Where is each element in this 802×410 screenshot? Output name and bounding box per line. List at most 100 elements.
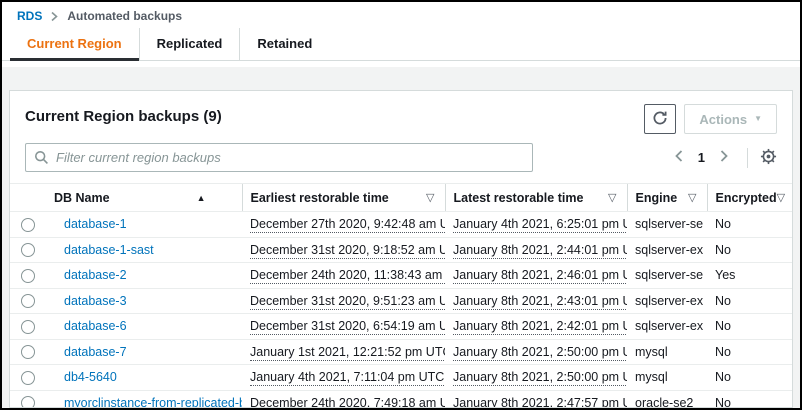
engine-cell: oracle-se2	[627, 390, 707, 408]
earliest-restorable-cell: December 31st 2020, 9:18:52 am UTC	[242, 237, 445, 263]
table-row: database-1 December 27th 2020, 9:42:48 a…	[10, 212, 793, 238]
backups-table-container: DB Name ▲ Earliest restorable time ▽	[10, 183, 792, 408]
latest-restorable-cell: January 8th 2021, 2:50:00 pm UTC	[445, 365, 627, 391]
earliest-restorable-cell: December 27th 2020, 9:42:48 am UTC	[242, 212, 445, 238]
row-radio-button[interactable]	[21, 396, 35, 408]
engine-cell: sqlserver-ex	[627, 237, 707, 263]
filter-row: 1	[25, 143, 777, 172]
latest-restorable-cell: January 8th 2021, 2:44:01 pm UTC	[445, 237, 627, 263]
actions-label: Actions	[699, 112, 747, 127]
select-column-header	[10, 184, 46, 212]
refresh-button[interactable]	[644, 104, 676, 134]
row-radio-button[interactable]	[21, 218, 35, 232]
latest-restorable-cell: January 8th 2021, 2:50:00 pm UTC	[445, 339, 627, 365]
panel-header: Current Region backups (9) Actions ▼	[10, 91, 792, 134]
encrypted-cell: Yes	[707, 263, 793, 289]
tab-current-region[interactable]: Current Region	[10, 28, 139, 60]
earliest-restorable-cell: December 31st 2020, 6:54:19 am UTC	[242, 314, 445, 340]
column-header-latest-restorable-time[interactable]: Latest restorable time ▽	[445, 184, 627, 212]
engine-cell: mysql	[627, 339, 707, 365]
table-row: database-7 January 1st 2021, 12:21:52 pm…	[10, 339, 793, 365]
row-radio-button[interactable]	[21, 320, 35, 334]
header-buttons: Actions ▼	[644, 104, 777, 134]
engine-header-label: Engine	[636, 191, 678, 205]
latest-restorable-cell: January 8th 2021, 2:42:01 pm UTC	[445, 314, 627, 340]
search-box	[25, 143, 533, 172]
row-radio-button[interactable]	[21, 294, 35, 308]
tab-replicated[interactable]: Replicated	[139, 28, 240, 60]
row-radio-button[interactable]	[21, 371, 35, 385]
breadcrumb-current: Automated backups	[67, 9, 182, 23]
earliest-restorable-value: December 27th 2020, 9:42:48 am UTC	[250, 217, 445, 233]
row-radio-button[interactable]	[21, 243, 35, 257]
filter-icon[interactable]: ▽	[426, 191, 434, 204]
earliest-restorable-value: December 31st 2020, 6:54:19 am UTC	[250, 319, 445, 335]
page-content: Current Region backups (9) Actions ▼	[2, 61, 800, 408]
earliest-restorable-value: December 24th 2020, 11:38:43 am UTC	[250, 268, 445, 284]
earliest-restorable-cell: December 24th 2020, 11:38:43 am UTC	[242, 263, 445, 289]
engine-cell: sqlserver-ex	[627, 288, 707, 314]
breadcrumb-rds-link[interactable]: RDS	[17, 9, 42, 23]
tab-bar: Current Region Replicated Retained	[2, 28, 800, 61]
column-header-earliest-restorable-time[interactable]: Earliest restorable time ▽	[242, 184, 445, 212]
chevron-right-icon	[719, 149, 729, 166]
row-radio-button[interactable]	[21, 269, 35, 283]
db-name-cell: database-3	[46, 288, 242, 314]
latest-restorable-cell: January 8th 2021, 2:47:57 pm UTC	[445, 390, 627, 408]
earliest-restorable-cell: December 31st 2020, 9:51:23 am UTC	[242, 288, 445, 314]
db-name-link[interactable]: myorclinstance-from-replicated-backup	[64, 396, 242, 408]
db-name-link[interactable]: database-1	[64, 217, 127, 231]
current-page-number: 1	[694, 150, 709, 165]
earliest-restorable-value: December 31st 2020, 9:18:52 am UTC	[250, 243, 445, 259]
search-icon	[34, 150, 49, 170]
db-name-cell: myorclinstance-from-replicated-backup	[46, 390, 242, 408]
engine-cell: mysql	[627, 365, 707, 391]
db-name-link[interactable]: database-3	[64, 294, 127, 308]
db-name-link[interactable]: database-1-sast	[64, 243, 154, 257]
earliest-restorable-cell: January 4th 2021, 7:11:04 pm UTC	[242, 365, 445, 391]
next-page-button[interactable]	[713, 147, 735, 169]
table-row: database-3 December 31st 2020, 9:51:23 a…	[10, 288, 793, 314]
latest-header-label: Latest restorable time	[454, 191, 584, 205]
column-header-encrypted[interactable]: Encrypted ▽	[707, 184, 793, 212]
db-name-link[interactable]: database-2	[64, 268, 127, 282]
actions-button[interactable]: Actions ▼	[684, 104, 777, 134]
encrypted-cell: No	[707, 212, 793, 238]
breadcrumb: RDS Automated backups	[2, 2, 800, 28]
db-name-link[interactable]: db4-5640	[64, 370, 117, 384]
table-row: myorclinstance-from-replicated-backup De…	[10, 390, 793, 408]
db-name-cell: database-1-sast	[46, 237, 242, 263]
db-name-header-label: DB Name	[54, 191, 110, 205]
tab-retained[interactable]: Retained	[239, 28, 329, 60]
panel-title: Current Region backups (9)	[25, 104, 222, 125]
filter-icon[interactable]: ▽	[608, 191, 616, 204]
column-header-engine[interactable]: Engine ▽	[627, 184, 707, 212]
db-name-link[interactable]: database-6	[64, 319, 127, 333]
row-radio-button[interactable]	[21, 345, 35, 359]
table-row: database-1-sast December 31st 2020, 9:18…	[10, 237, 793, 263]
engine-cell: sqlserver-se	[627, 263, 707, 289]
row-select-cell	[10, 390, 46, 408]
refresh-icon	[652, 110, 668, 129]
latest-restorable-cell: January 8th 2021, 2:43:01 pm UTC	[445, 288, 627, 314]
db-name-link[interactable]: database-7	[64, 345, 127, 359]
pagination: 1	[668, 147, 777, 169]
earliest-header-label: Earliest restorable time	[251, 191, 389, 205]
earliest-restorable-value: December 31st 2020, 9:51:23 am UTC	[250, 294, 445, 310]
current-region-backups-panel: Current Region backups (9) Actions ▼	[9, 90, 793, 408]
engine-cell: sqlserver-se	[627, 212, 707, 238]
gear-icon	[760, 148, 777, 168]
previous-page-button[interactable]	[668, 147, 690, 169]
filter-icon[interactable]: ▽	[777, 191, 785, 204]
filter-icon[interactable]: ▽	[688, 191, 696, 204]
encrypted-header-label: Encrypted	[716, 191, 777, 205]
encrypted-cell: No	[707, 288, 793, 314]
engine-cell: sqlserver-ex	[627, 314, 707, 340]
rds-automated-backups-screen: RDS Automated backups Current Region Rep…	[0, 0, 802, 410]
filter-backups-input[interactable]	[25, 143, 533, 172]
column-header-db-name[interactable]: DB Name ▲	[46, 184, 242, 212]
table-body: database-1 December 27th 2020, 9:42:48 a…	[10, 212, 793, 409]
earliest-restorable-value: January 1st 2021, 12:21:52 pm UTC	[250, 345, 445, 361]
encrypted-cell: No	[707, 339, 793, 365]
preferences-button[interactable]	[760, 148, 777, 168]
